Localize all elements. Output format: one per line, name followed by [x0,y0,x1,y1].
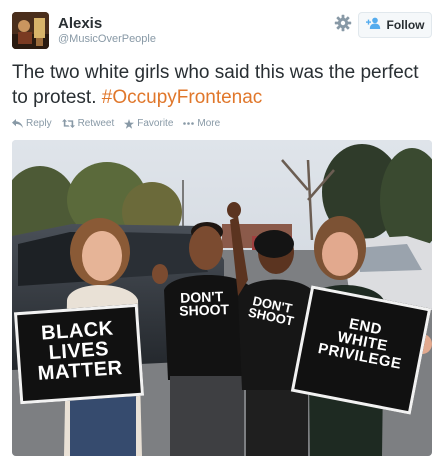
reply-icon [12,119,23,128]
reply-label: Reply [26,118,52,129]
sign-end-white-privilege: END WHITE PRIVILEGE [290,285,432,415]
more-label: More [197,118,221,129]
follow-label: Follow [386,18,425,32]
add-user-icon [365,16,382,34]
favorite-button[interactable]: Favorite [124,118,173,129]
star-icon [124,118,135,129]
avatar[interactable] [12,12,49,49]
retweet-label: Retweet [77,118,115,129]
retweet-icon [61,119,75,128]
tweet-photo[interactable]: BLACK LIVES MATTER END WHITE PRIVILEGE D… [12,140,432,456]
tweet-card: Alexis @MusicOverPeople Follow The two w… [0,0,444,466]
more-button[interactable]: More [183,118,220,129]
sign-black-lives-matter: BLACK LIVES MATTER [13,303,145,405]
hashtag-link[interactable]: #OccupyFrontenac [102,87,263,108]
favorite-label: Favorite [137,118,174,129]
user-name[interactable]: Alexis [58,15,102,32]
tweet-actions: Reply Retweet Favorite More [12,118,220,129]
more-dots-icon [183,122,195,125]
tweet-text: The two white girls who said this was th… [12,60,432,110]
retweet-button[interactable]: Retweet [61,118,115,129]
reply-button[interactable]: Reply [12,118,52,129]
gear-icon[interactable] [334,14,352,32]
user-handle[interactable]: @MusicOverPeople [58,33,156,45]
shirt-text-dont-shoot-1: DON'T SHOOT [178,288,230,320]
shirt-1-line-2: SHOOT [178,301,230,320]
follow-button[interactable]: Follow [358,12,432,38]
